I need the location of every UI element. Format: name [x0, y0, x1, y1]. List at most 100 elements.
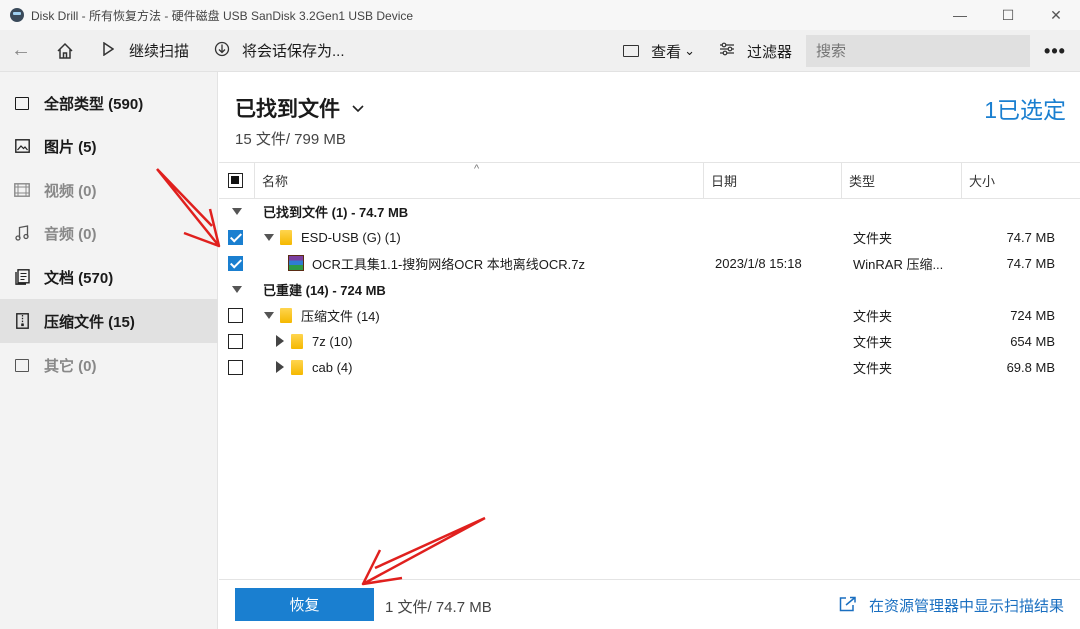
- save-session-label: 将会话保存为...: [242, 43, 345, 60]
- sidebar: 全部类型 (590) 图片 (5) 视频 (0) 音频 (0) 文档 (570)…: [0, 72, 218, 629]
- file-size: 74.7 MB: [1006, 255, 1055, 271]
- recover-button[interactable]: 恢复: [235, 588, 374, 621]
- image-icon: [14, 139, 30, 153]
- folder-icon: [291, 328, 303, 354]
- sidebar-item-label: 全部类型 (590): [44, 95, 144, 113]
- row-checkbox[interactable]: [228, 250, 243, 276]
- collapse-triangle-icon[interactable]: [232, 198, 242, 224]
- file-name: OCR工具集1.1-搜狗网络OCR 本地离线OCR.7z: [312, 256, 586, 272]
- group-label: 已找到文件 (1) - 74.7 MB: [263, 204, 409, 220]
- sidebar-item-audio[interactable]: 音频 (0): [0, 211, 218, 255]
- file-type: 文件夹: [853, 334, 893, 350]
- table-row[interactable]: 压缩文件 (14) 文件夹 724 MB: [219, 302, 1080, 328]
- collapse-triangle-icon[interactable]: [264, 224, 274, 250]
- group-row-found-files[interactable]: 已找到文件 (1) - 74.7 MB: [219, 198, 1080, 224]
- row-checkbox[interactable]: [228, 328, 243, 354]
- collapse-triangle-icon[interactable]: [232, 276, 242, 302]
- column-header-name[interactable]: 名称: [262, 163, 288, 198]
- window-title: Disk Drill - 所有恢复方法 - 硬件磁盘 USB SanDisk 3…: [31, 8, 414, 23]
- search-input[interactable]: [806, 35, 1030, 67]
- sidebar-item-images[interactable]: 图片 (5): [0, 124, 218, 168]
- table-row[interactable]: ESD-USB (G) (1) 文件夹 74.7 MB: [219, 224, 1080, 250]
- table-row[interactable]: 7z (10) 文件夹 654 MB: [219, 328, 1080, 354]
- disk-drill-logo-icon: [10, 8, 24, 22]
- file-type: 文件夹: [853, 230, 893, 246]
- table-row[interactable]: cab (4) 文件夹 69.8 MB: [219, 354, 1080, 380]
- file-size: 74.7 MB: [1006, 229, 1055, 245]
- home-icon[interactable]: [54, 42, 76, 60]
- view-label: 查看: [651, 43, 682, 61]
- file-date: 2023/1/8 15:18: [715, 255, 802, 271]
- more-options-button[interactable]: •••: [1030, 41, 1080, 62]
- chevron-down-icon: [352, 100, 364, 116]
- table-row[interactable]: OCR工具集1.1-搜狗网络OCR 本地离线OCR.7z 2023/1/8 15…: [219, 250, 1080, 276]
- filter-button[interactable]: 过滤器: [719, 41, 792, 62]
- file-size: 724 MB: [1010, 307, 1055, 323]
- external-open-icon: [839, 596, 857, 616]
- show-in-explorer-link[interactable]: 在资源管理器中显示扫描结果: [839, 595, 1064, 616]
- minimize-button[interactable]: —: [936, 0, 984, 30]
- filter-label: 过滤器: [746, 43, 792, 61]
- sidebar-item-label: 其它 (0): [44, 357, 97, 375]
- view-menu-button[interactable]: 查看 ⌄: [623, 41, 695, 62]
- other-icon: [14, 358, 30, 372]
- chevron-down-icon: ⌄: [684, 43, 695, 58]
- sidebar-item-label: 图片 (5): [44, 138, 97, 156]
- save-download-icon: [214, 41, 230, 61]
- expand-triangle-icon[interactable]: [276, 328, 284, 354]
- sidebar-item-label: 文档 (570): [44, 269, 114, 287]
- filter-sliders-icon: [719, 42, 735, 60]
- all-types-icon: [14, 96, 30, 110]
- file-name: ESD-USB (G) (1): [301, 229, 401, 245]
- show-in-explorer-label: 在资源管理器中显示扫描结果: [868, 598, 1064, 615]
- sidebar-item-documents[interactable]: 文档 (570): [0, 255, 218, 299]
- file-size: 69.8 MB: [1006, 359, 1055, 375]
- select-all-checkbox[interactable]: [228, 163, 243, 198]
- row-checkbox[interactable]: [228, 302, 243, 328]
- row-checkbox[interactable]: [228, 354, 243, 380]
- column-header-size[interactable]: 大小: [969, 163, 995, 198]
- window-controls: — ☐ ✕: [936, 0, 1080, 30]
- table-header: ^ 名称 日期 类型 大小: [219, 162, 1080, 199]
- toolbar-right: 查看 ⌄ 过滤器 •••: [623, 30, 1080, 72]
- collapse-triangle-icon[interactable]: [264, 302, 274, 328]
- folder-icon: [280, 302, 292, 328]
- sidebar-item-label: 视频 (0): [44, 182, 97, 200]
- winrar-archive-icon: [288, 250, 304, 276]
- expand-triangle-icon[interactable]: [276, 354, 284, 380]
- annotation-arrow-recover: [361, 516, 486, 586]
- row-checkbox[interactable]: [228, 224, 243, 250]
- video-icon: [14, 183, 30, 197]
- title-bar: Disk Drill - 所有恢复方法 - 硬件磁盘 USB SanDisk 3…: [0, 0, 1080, 30]
- maximize-button[interactable]: ☐: [984, 0, 1032, 30]
- bottom-action-bar: 恢复 1 文件/ 74.7 MB 在资源管理器中显示扫描结果: [219, 579, 1080, 629]
- sidebar-item-label: 音频 (0): [44, 225, 97, 243]
- file-name: 压缩文件 (14): [301, 308, 380, 324]
- column-header-date[interactable]: 日期: [711, 163, 737, 198]
- group-row-reconstructed[interactable]: 已重建 (14) - 724 MB: [219, 276, 1080, 302]
- archive-zip-icon: [14, 313, 30, 329]
- sidebar-item-label: 压缩文件 (15): [44, 313, 135, 331]
- sidebar-item-other[interactable]: 其它 (0): [0, 343, 218, 387]
- continue-scan-label: 继续扫描: [129, 43, 190, 60]
- sidebar-item-video[interactable]: 视频 (0): [0, 168, 218, 212]
- save-session-button[interactable]: 将会话保存为...: [189, 40, 345, 61]
- results-title-dropdown[interactable]: 已找到文件: [235, 93, 364, 123]
- close-button[interactable]: ✕: [1032, 0, 1080, 30]
- music-note-icon: [14, 225, 30, 241]
- file-name: 7z (10): [312, 333, 353, 349]
- sidebar-item-archives[interactable]: 压缩文件 (15): [0, 299, 218, 343]
- file-size: 654 MB: [1010, 333, 1055, 349]
- file-type: WinRAR 压缩...: [853, 256, 944, 272]
- play-icon: [103, 41, 115, 59]
- column-header-type[interactable]: 类型: [849, 163, 875, 198]
- document-icon: [14, 269, 30, 285]
- back-arrow-icon[interactable]: ←: [10, 39, 32, 62]
- sidebar-item-all-types[interactable]: 全部类型 (590): [0, 81, 218, 125]
- folder-icon: [291, 354, 303, 380]
- continue-scan-button[interactable]: 继续扫描: [76, 40, 189, 61]
- folder-icon: [280, 224, 292, 250]
- folder-view-icon: [623, 45, 640, 57]
- group-label: 已重建 (14) - 724 MB: [263, 282, 386, 298]
- selected-count: 1已选定: [984, 97, 1066, 123]
